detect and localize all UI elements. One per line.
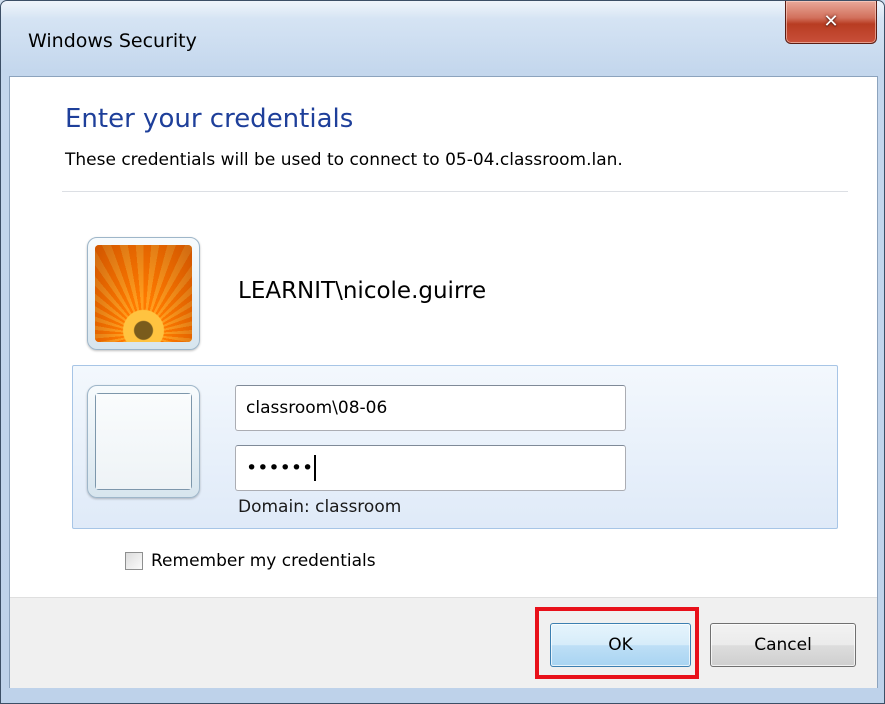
divider xyxy=(62,191,848,192)
current-user-tile[interactable] xyxy=(87,237,200,350)
close-button[interactable]: ✕ xyxy=(785,1,877,44)
cancel-button[interactable]: Cancel xyxy=(710,623,856,667)
windows-security-dialog: Windows Security ✕ Enter your credential… xyxy=(0,0,885,704)
text-cursor xyxy=(314,455,317,481)
window-title: Windows Security xyxy=(28,30,197,52)
dialog-heading: Enter your credentials xyxy=(65,104,354,134)
remember-credentials-checkbox[interactable] xyxy=(125,552,143,570)
blank-user-tile xyxy=(87,385,200,498)
domain-label: Domain: classroom xyxy=(238,497,402,517)
remember-credentials-row[interactable]: Remember my credentials xyxy=(125,551,376,571)
blank-user-picture-icon xyxy=(95,393,192,490)
dialog-body: Enter your credentials These credentials… xyxy=(9,76,878,688)
current-user-name[interactable]: LEARNIT\nicole.guirre xyxy=(238,278,486,304)
username-input-value: classroom\08-06 xyxy=(246,398,388,418)
dialog-description: These credentials will be used to connec… xyxy=(65,150,623,170)
remember-credentials-label[interactable]: Remember my credentials xyxy=(151,551,376,571)
password-input-value: •••••• xyxy=(246,457,314,479)
username-input[interactable]: classroom\08-06 xyxy=(235,385,626,431)
password-input[interactable]: •••••• xyxy=(235,445,626,491)
ok-button[interactable]: OK xyxy=(550,623,691,667)
close-icon: ✕ xyxy=(823,11,839,32)
